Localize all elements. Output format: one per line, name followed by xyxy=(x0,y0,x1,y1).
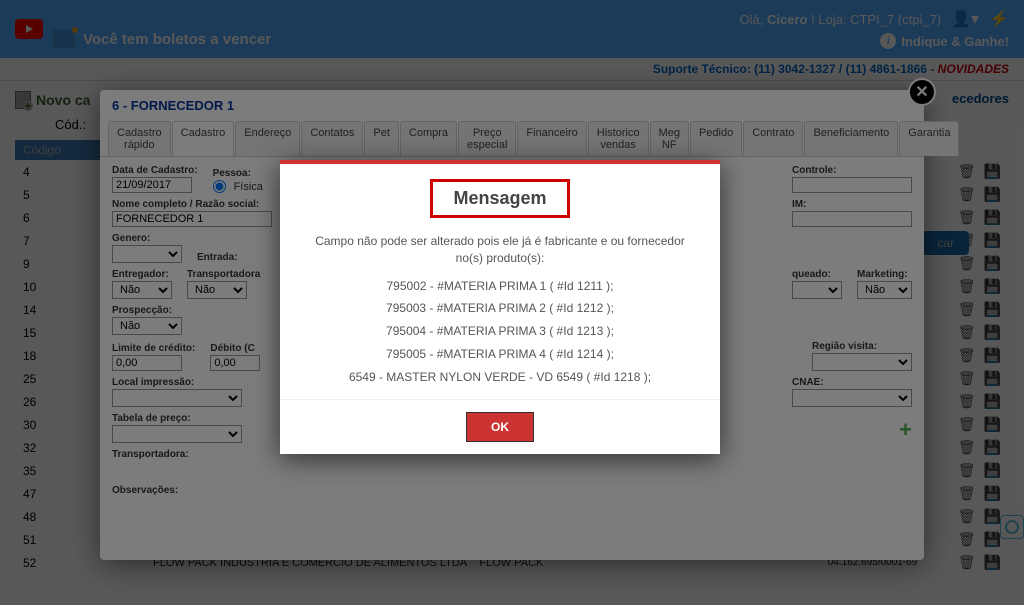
message-item: 6549 - MASTER NYLON VERDE - VD 6549 ( #I… xyxy=(305,366,695,389)
message-body[interactable]: Campo não pode ser alterado pois ele já … xyxy=(280,233,720,399)
message-item: 795003 - #MATERIA PRIMA 2 ( #Id 1212 ); xyxy=(305,297,695,320)
ok-button[interactable]: OK xyxy=(466,412,534,442)
message-item: 795005 - #MATERIA PRIMA 4 ( #Id 1214 ); xyxy=(305,343,695,366)
message-modal: Mensagem Campo não pode ser alterado poi… xyxy=(280,160,720,454)
message-item: 795002 - #MATERIA PRIMA 1 ( #Id 1211 ); xyxy=(305,275,695,298)
message-title: Mensagem xyxy=(430,179,569,218)
message-item: 795004 - #MATERIA PRIMA 3 ( #Id 1213 ); xyxy=(305,320,695,343)
message-intro: Campo não pode ser alterado pois ele já … xyxy=(305,233,695,267)
